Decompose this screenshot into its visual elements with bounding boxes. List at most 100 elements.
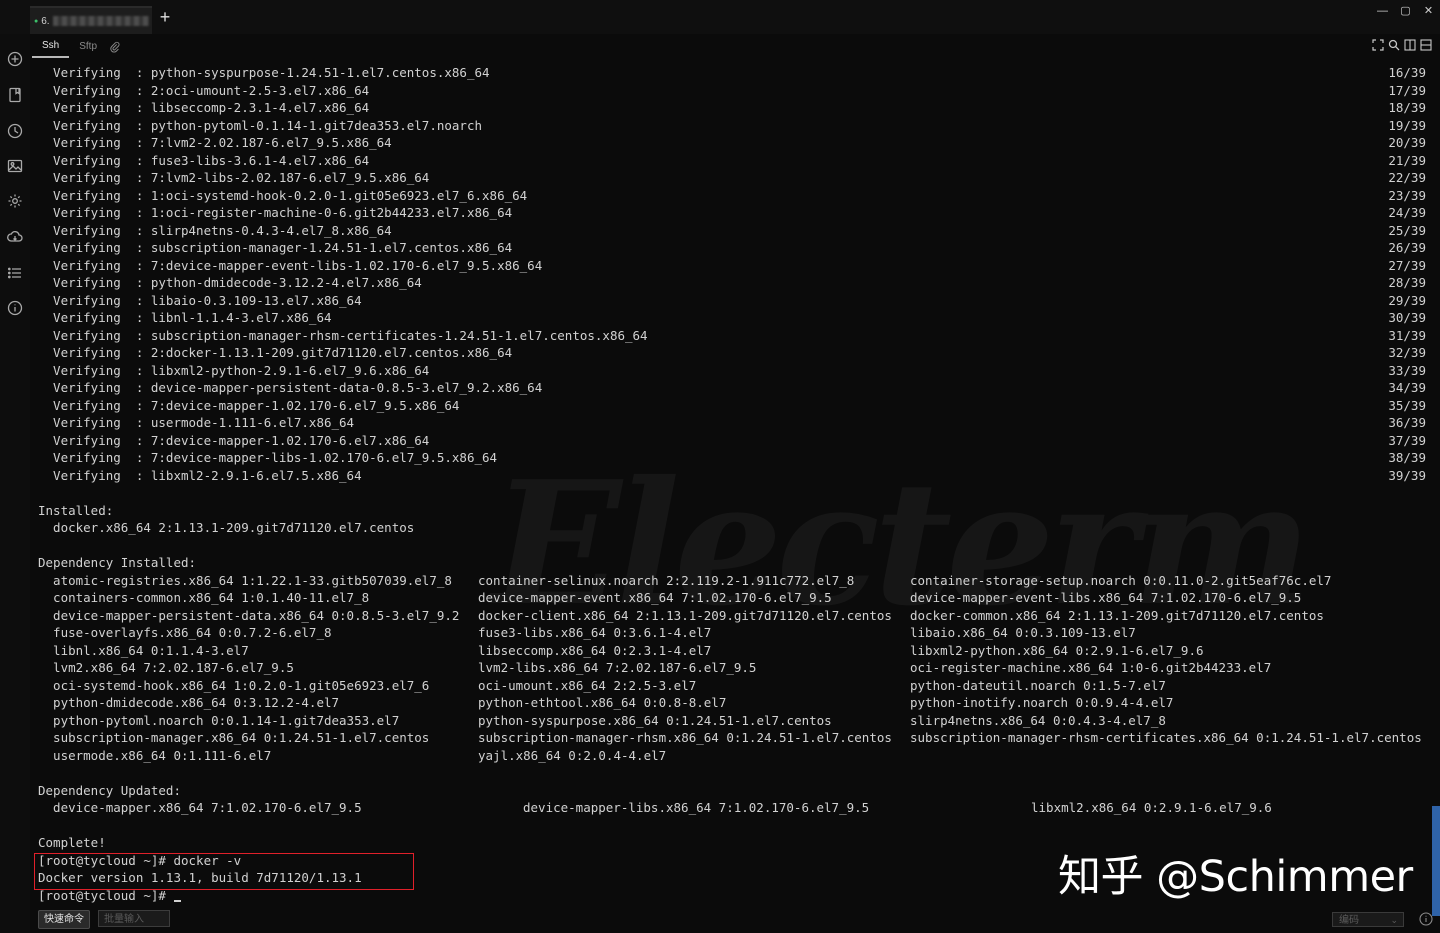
verify-progress: 36/39 xyxy=(1388,415,1426,430)
dep-installed-header: Dependency Installed: xyxy=(38,555,197,570)
dep-updated-item: device-mapper.x86_64 7:1.02.170-6.el7_9.… xyxy=(38,800,362,815)
dep-installed-item: lvm2.x86_64 7:2.02.187-6.el7_9.5 xyxy=(38,660,294,675)
verify-line: Verifying : 1:oci-systemd-hook-0.2.0-1.g… xyxy=(38,187,528,203)
verify-progress: 16/39 xyxy=(1388,65,1426,80)
verify-progress: 21/39 xyxy=(1388,152,1426,168)
search-icon[interactable] xyxy=(1388,39,1400,51)
verify-line: Verifying : 7:lvm2-libs-2.02.187-6.el7_9… xyxy=(38,170,430,185)
verify-progress: 27/39 xyxy=(1388,257,1426,273)
verify-progress: 34/39 xyxy=(1388,380,1426,395)
chevron-down-icon: ⌄ xyxy=(1390,915,1398,925)
dep-installed-item: atomic-registries.x86_64 1:1.22.1-33.git… xyxy=(38,572,452,588)
installed-line: docker.x86_64 2:1.13.1-209.git7d71120.el… xyxy=(38,520,415,535)
menu-list-icon[interactable] xyxy=(7,265,23,281)
verify-line: Verifying : subscription-manager-rhsm-ce… xyxy=(38,327,648,343)
dep-installed-item: device-mapper-persistent-data.x86_64 0:0… xyxy=(38,607,460,623)
verify-progress: 19/39 xyxy=(1388,117,1426,133)
dep-updated-item: device-mapper-libs.x86_64 7:1.02.170-6.e… xyxy=(523,800,870,815)
bookmark-icon[interactable] xyxy=(7,87,23,103)
settings-icon[interactable] xyxy=(7,193,23,209)
tab-bar: ● 6. + — ▢ ✕ xyxy=(0,0,1440,34)
verify-line: Verifying : libseccomp-2.3.1-4.el7.x86_6… xyxy=(38,100,370,115)
verify-line: Verifying : device-mapper-persistent-dat… xyxy=(38,380,543,395)
dep-installed-item: python-dmidecode.x86_64 0:3.12.2-4.el7 xyxy=(38,695,340,710)
dep-installed-item: slirp4netns.x86_64 0:0.4.3-4.el7_8 xyxy=(910,712,1166,728)
terminal-info-icon[interactable] xyxy=(1419,912,1433,926)
verify-line: Verifying : fuse3-libs-3.6.1-4.el7.x86_6… xyxy=(38,152,370,168)
dep-installed-item: fuse-overlayfs.x86_64 0:0.7.2-6.el7_8 xyxy=(38,625,332,640)
history-icon[interactable] xyxy=(7,123,23,139)
verify-progress: 20/39 xyxy=(1388,135,1426,150)
quick-command-button[interactable]: 快速命令 xyxy=(38,910,90,929)
dep-updated-header: Dependency Updated: xyxy=(38,782,181,798)
session-tab[interactable]: ● 6. xyxy=(30,6,152,34)
dep-installed-item: subscription-manager-rhsm-certificates.x… xyxy=(910,730,1422,745)
encoding-label: 编码 xyxy=(1339,915,1359,926)
verify-progress: 25/39 xyxy=(1388,222,1426,238)
verify-line: Verifying : slirp4netns-0.4.3-4.el7_8.x8… xyxy=(38,222,392,238)
verify-line: Verifying : libxml2-2.9.1-6.el7.5.x86_64 xyxy=(38,467,362,483)
split-horizontal-icon[interactable] xyxy=(1420,39,1432,51)
dep-installed-item: python-syspurpose.x86_64 0:1.24.51-1.el7… xyxy=(478,712,832,728)
dep-installed-item: python-inotify.noarch 0:0.9.4-4.el7 xyxy=(910,695,1174,710)
verify-progress: 18/39 xyxy=(1388,100,1426,115)
terminal-output[interactable]: Electerm Verifying : python-syspurpose-1… xyxy=(32,64,1432,910)
left-sidebar: ET xyxy=(0,0,30,933)
terminal-scrollbar[interactable] xyxy=(1432,806,1440,916)
installed-header: Installed: xyxy=(38,502,114,518)
dep-installed-item: libaio.x86_64 0:0.3.109-13.el7 xyxy=(910,625,1136,640)
verify-line: Verifying : 7:device-mapper-libs-1.02.17… xyxy=(38,450,498,465)
complete-line: Complete! xyxy=(38,835,106,850)
verify-line: Verifying : 2:oci-umount-2.5-3.el7.x86_6… xyxy=(38,82,370,98)
image-icon[interactable] xyxy=(7,158,23,174)
batch-input-field[interactable]: 批量输入 xyxy=(98,910,170,927)
dep-installed-item: yajl.x86_64 0:2.0.4-4.el7 xyxy=(478,747,667,763)
dep-installed-item: fuse3-libs.x86_64 0:3.6.1-4.el7 xyxy=(478,625,712,640)
verify-line: Verifying : 7:device-mapper-1.02.170-6.e… xyxy=(38,397,460,413)
dep-installed-item: containers-common.x86_64 1:0.1.40-11.el7… xyxy=(38,590,370,605)
minimize-button[interactable]: — xyxy=(1371,0,1394,22)
session-subtabs: Ssh Sftp xyxy=(32,36,123,58)
verify-progress: 31/39 xyxy=(1388,327,1426,343)
terminal-toolbar xyxy=(1372,39,1432,51)
add-icon[interactable] xyxy=(7,51,23,67)
dep-installed-item: subscription-manager.x86_64 0:1.24.51-1.… xyxy=(38,730,430,745)
verify-line: Verifying : 1:oci-register-machine-0-6.g… xyxy=(38,205,513,220)
bottom-bar: 快速命令 批量输入 编码 ⌄ xyxy=(32,908,1440,933)
dep-installed-item: python-ethtool.x86_64 0:0.8-8.el7 xyxy=(478,695,727,710)
maximize-button[interactable]: ▢ xyxy=(1394,0,1417,22)
encoding-select[interactable]: 编码 ⌄ xyxy=(1332,912,1404,927)
dep-installed-item: python-dateutil.noarch 0:1.5-7.el7 xyxy=(910,677,1166,693)
dep-updated-item: libxml2.x86_64 0:2.9.1-6.el7_9.6 xyxy=(1031,800,1272,815)
add-tab-button[interactable]: + xyxy=(157,8,173,26)
dep-installed-item: device-mapper-event-libs.x86_64 7:1.02.1… xyxy=(910,590,1302,605)
redacted-host xyxy=(52,16,149,26)
verify-line: Verifying : subscription-manager-1.24.51… xyxy=(38,240,513,255)
dep-installed-item: libxml2-python.x86_64 0:2.9.1-6.el7_9.6 xyxy=(910,642,1204,658)
terminal-cursor xyxy=(173,899,181,902)
tab-sftp[interactable]: Sftp xyxy=(69,38,107,57)
highlight-box xyxy=(34,853,414,890)
verify-progress: 24/39 xyxy=(1388,205,1426,220)
verify-progress: 37/39 xyxy=(1388,432,1426,448)
tab-ssh[interactable]: Ssh xyxy=(32,37,70,58)
verify-line: Verifying : usermode-1.111-6.el7.x86_64 xyxy=(38,415,355,430)
close-button[interactable]: ✕ xyxy=(1417,0,1440,22)
fullscreen-icon[interactable] xyxy=(1372,39,1384,51)
dep-installed-item: docker-client.x86_64 2:1.13.1-209.git7d7… xyxy=(478,607,892,623)
verify-progress: 26/39 xyxy=(1388,240,1426,255)
split-vertical-icon[interactable] xyxy=(1404,39,1416,51)
verify-line: Verifying : 2:docker-1.13.1-209.git7d711… xyxy=(38,345,513,360)
info-icon[interactable] xyxy=(7,300,23,316)
dep-installed-item: oci-umount.x86_64 2:2.5-3.el7 xyxy=(478,677,697,693)
verify-progress: 33/39 xyxy=(1388,362,1426,378)
verify-progress: 38/39 xyxy=(1388,450,1426,465)
verify-progress: 28/39 xyxy=(1388,275,1426,290)
session-tab-title: 6. xyxy=(41,15,50,27)
attachment-icon[interactable] xyxy=(109,40,123,54)
dep-installed-item: docker-common.x86_64 2:1.13.1-209.git7d7… xyxy=(910,607,1324,623)
zhihu-watermark: 知乎 @Schimmer xyxy=(1058,852,1413,902)
dep-installed-item: usermode.x86_64 0:1.111-6.el7 xyxy=(38,747,272,763)
cloud-sync-icon[interactable] xyxy=(7,229,23,245)
window-controls: — ▢ ✕ xyxy=(1371,0,1440,22)
